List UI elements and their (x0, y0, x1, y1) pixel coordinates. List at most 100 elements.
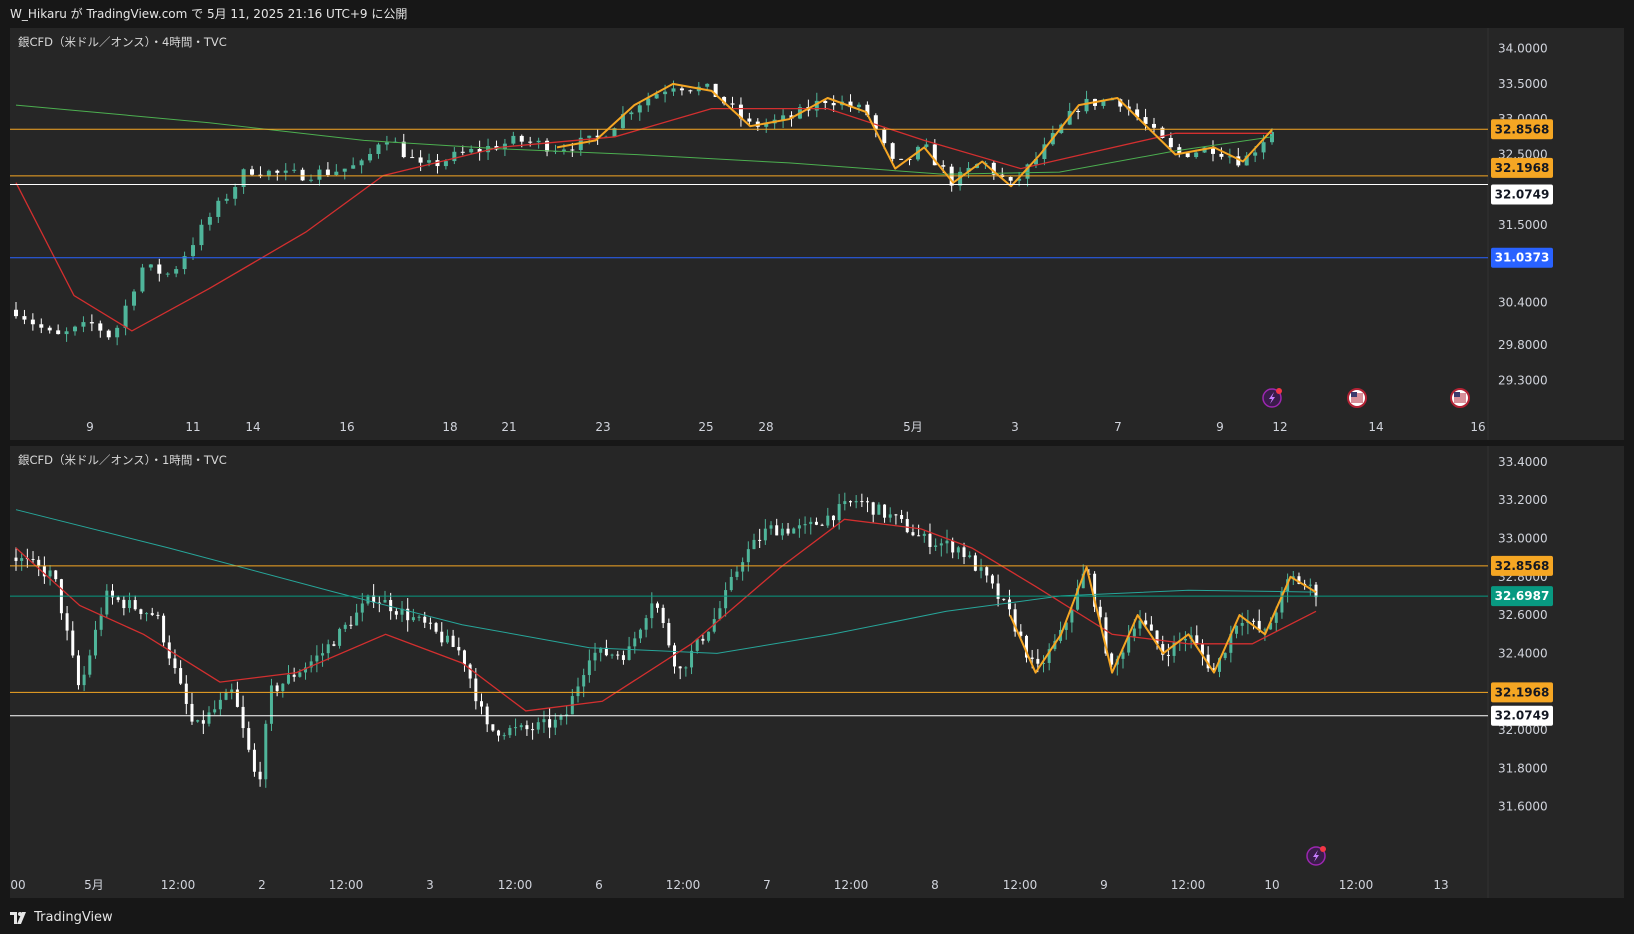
x-tick-label: 5月 (84, 878, 104, 892)
x-tick-label: 9 (1216, 420, 1224, 434)
candle-body (934, 545, 938, 547)
chart-1h-title: 銀CFD（米ドル／オンス）・1時間・TVC (18, 453, 227, 467)
candle-body (1149, 624, 1153, 631)
candle-body (663, 91, 668, 95)
price-label-text: 32.1968 (1495, 685, 1550, 699)
candle-body (427, 160, 432, 163)
candle-body (309, 179, 314, 181)
candle-body (646, 98, 651, 106)
candle-body (559, 715, 563, 720)
candle-body (531, 729, 535, 731)
candle-body (536, 722, 540, 730)
moving-average-green (15, 104, 1273, 175)
candle-body (705, 83, 710, 87)
candle-body (315, 655, 319, 662)
candle-body (451, 635, 455, 647)
candle-body (854, 501, 858, 503)
x-tick-label: 12:00 (666, 878, 701, 892)
x-tick-label: 10 (1264, 878, 1279, 892)
candle-body (418, 157, 423, 163)
candle-body (457, 646, 461, 651)
x-tick-label: 3 (1011, 420, 1019, 434)
candle-body (780, 528, 784, 536)
candle-body (468, 664, 472, 679)
candle-body (173, 658, 177, 669)
candle-body (968, 555, 972, 558)
candle-body (860, 501, 864, 503)
y-tick-label: 33.5000 (1498, 77, 1548, 91)
candle-body (688, 90, 693, 92)
candle-body (1036, 658, 1040, 664)
candle-body (593, 652, 597, 661)
candle-body (283, 170, 288, 173)
candle-body (1132, 628, 1136, 637)
chart-panel-4h[interactable]: 34.0000 33.5000 33.0000 32.5000 31.5000 30.40… (10, 28, 1624, 440)
x-tick-label: :00 (10, 878, 26, 892)
candle-body (741, 562, 745, 572)
flag-canton (1454, 392, 1460, 397)
candle-body (98, 323, 103, 331)
y-tick-label: 31.5000 (1498, 218, 1548, 232)
chart-panel-1h[interactable]: 33.4000 33.2000 33.0000 32.8000 32.6000 32.40… (10, 446, 1624, 898)
candle-body (179, 668, 183, 684)
candle-body (637, 105, 642, 113)
candle-body (1240, 622, 1244, 626)
moving-average-red (15, 518, 1317, 712)
candle-body (701, 638, 705, 641)
candle-body (820, 524, 824, 526)
candle-body (587, 660, 591, 676)
candle-body (417, 616, 421, 618)
x-tick-label: 12:00 (498, 878, 533, 892)
candle-body (334, 171, 339, 175)
candle-body (678, 666, 682, 669)
candle-body (616, 654, 620, 656)
candle-body (139, 609, 143, 614)
y-tick-label: 34.0000 (1498, 42, 1548, 56)
x-tick-label: 16 (339, 420, 354, 434)
x-tick-label: 14 (1368, 420, 1383, 434)
candle-body (797, 525, 801, 529)
candle-body (469, 148, 474, 153)
x-tick-label: 12:00 (1003, 878, 1038, 892)
candle-body (184, 683, 188, 704)
x-tick-label: 12:00 (161, 878, 196, 892)
candle-body (106, 330, 111, 338)
x-tick-label: 9 (86, 420, 94, 434)
candle-body (951, 540, 955, 553)
candle-body (752, 539, 756, 550)
candle-body (1008, 177, 1013, 181)
candle-body (298, 672, 302, 677)
candle-body (434, 623, 438, 632)
candle-body (582, 675, 586, 687)
swing-trend-line (556, 82, 1273, 188)
candle-body (1223, 652, 1227, 659)
candle-body (1030, 657, 1034, 659)
candle-body (655, 603, 659, 608)
candle-body (201, 720, 205, 724)
candle-body (286, 674, 290, 684)
candle-body (654, 94, 659, 99)
y-tick-label: 32.4000 (1498, 646, 1548, 660)
candle-body (252, 749, 256, 772)
candle-body (561, 149, 566, 151)
candle-body (747, 118, 752, 122)
candle-body (809, 521, 813, 525)
chart-4h-svg[interactable]: 34.000033.500033.000032.500031.500030.40… (10, 28, 1624, 440)
candle-body (911, 532, 915, 536)
candle-body (48, 570, 52, 577)
chart-1h-svg[interactable]: 33.400033.200033.000032.800032.600032.40… (10, 446, 1624, 898)
tradingview-logo[interactable]: TradingView (10, 902, 113, 934)
candle-body (610, 654, 614, 656)
candle-body (162, 615, 166, 643)
candle-body (428, 622, 432, 624)
candle-body (54, 570, 58, 580)
candle-body (440, 631, 444, 643)
candle-body (359, 160, 364, 166)
candle-body (384, 142, 389, 145)
x-tick-label: 16 (1470, 420, 1485, 434)
candle-body (707, 631, 711, 641)
candle-body (93, 629, 97, 656)
candle-body (775, 525, 779, 536)
candle-body (814, 521, 818, 525)
candle-body (508, 727, 512, 736)
